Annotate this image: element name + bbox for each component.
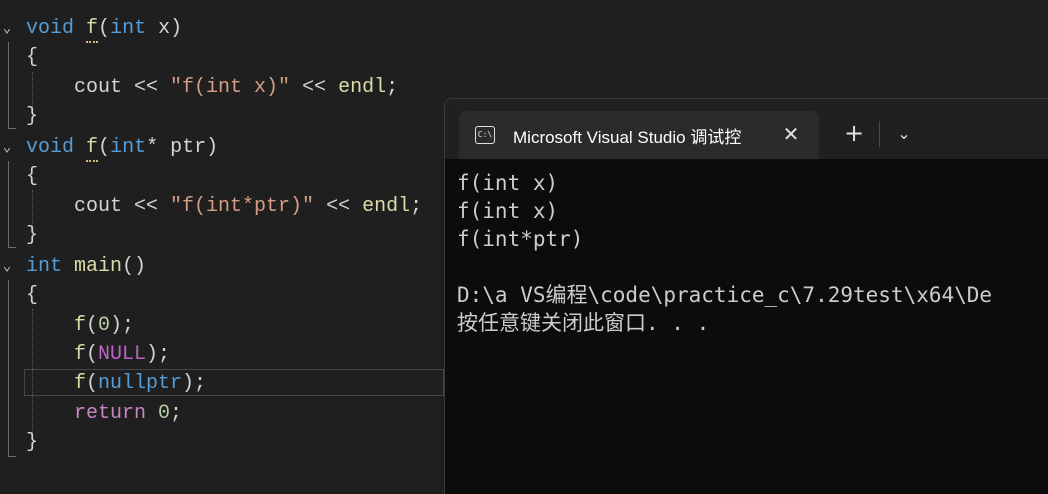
code-line-4[interactable]: } <box>26 102 38 131</box>
scope-end-main <box>8 456 16 457</box>
keyword: void <box>26 17 75 40</box>
info-squiggle <box>86 157 98 162</box>
scope-end-f2 <box>8 247 16 248</box>
keyword: int <box>26 255 63 278</box>
number-literal: 0 <box>98 314 111 337</box>
punctuation: ; <box>410 195 423 218</box>
output-line: D:\a VS编程\code\practice_c\7.29test\x64\D… <box>457 283 993 307</box>
identifier: endl <box>338 76 387 99</box>
output-line: f(int*ptr) <box>457 227 584 251</box>
operator: << <box>314 195 363 218</box>
code-line-8[interactable]: } <box>26 221 38 250</box>
punctuation: ( <box>98 17 111 40</box>
code-line-2[interactable]: { <box>26 43 38 72</box>
string-literal: "f(int x)" <box>170 76 291 99</box>
scope-line-f2 <box>8 161 9 247</box>
function-call: f <box>74 372 87 395</box>
tab-title: Microsoft Visual Studio 调试控 <box>513 128 742 147</box>
function-name: f <box>86 17 99 40</box>
code-line-7[interactable]: cout << "f(int*ptr)" << endl; <box>74 192 422 221</box>
type-keyword: int <box>110 136 147 159</box>
code-line-11[interactable]: f(0); <box>74 311 134 340</box>
punctuation: ( <box>98 136 111 159</box>
chevron-down-icon[interactable]: ⌄ <box>887 117 921 151</box>
identifier: cout <box>74 76 123 99</box>
output-line: f(int x) <box>457 171 559 195</box>
code-line-1[interactable]: void f(int x) <box>26 14 182 43</box>
operator: << <box>290 76 339 99</box>
punctuation: ; <box>386 76 399 99</box>
punctuation: ( <box>86 343 99 366</box>
function-name: f <box>86 136 99 159</box>
punctuation: ); <box>146 343 171 366</box>
info-squiggle <box>86 38 98 43</box>
divider <box>879 121 880 147</box>
function-call: f <box>74 343 87 366</box>
output-line: f(int x) <box>457 199 559 223</box>
code-line-10[interactable]: { <box>26 281 38 310</box>
new-tab-button[interactable]: + <box>837 117 871 151</box>
function-name: main <box>74 255 123 278</box>
terminal-titlebar[interactable]: C:\ Microsoft Visual Studio 调试控 ✕ + ⌄ <box>445 99 1048 159</box>
code-line-15[interactable]: } <box>26 428 38 457</box>
code-line-5[interactable]: void f(int* ptr) <box>26 133 218 162</box>
type-keyword: int <box>110 17 147 40</box>
scope-end-f1 <box>8 128 16 129</box>
operator: << <box>122 76 171 99</box>
terminal-window[interactable]: C:\ Microsoft Visual Studio 调试控 ✕ + ⌄ f(… <box>444 98 1048 494</box>
keyword: return <box>74 402 147 425</box>
punctuation: ) <box>206 136 219 159</box>
keyword: void <box>26 136 75 159</box>
close-icon[interactable]: ✕ <box>777 119 805 149</box>
identifier: endl <box>362 195 411 218</box>
operator: << <box>122 195 171 218</box>
keyword: nullptr <box>98 372 183 395</box>
punctuation: ( <box>86 372 99 395</box>
code-line-9[interactable]: int main() <box>26 252 146 281</box>
chevron-down-icon[interactable]: ⌄ <box>0 252 14 281</box>
function-call: f <box>74 314 87 337</box>
code-line-12[interactable]: f(NULL); <box>74 340 170 369</box>
punctuation: ); <box>182 372 207 395</box>
parameter: x <box>146 17 171 40</box>
punctuation: () <box>122 255 147 278</box>
chevron-down-icon[interactable]: ⌄ <box>0 133 14 162</box>
scope-line-f1 <box>8 42 9 128</box>
code-line-3[interactable]: cout << "f(int x)" << endl; <box>74 73 398 102</box>
terminal-icon: C:\ <box>475 126 495 144</box>
number-literal: 0 <box>146 402 171 425</box>
terminal-output[interactable]: f(int x) f(int x) f(int*ptr) D:\a VS编程\c… <box>457 169 1048 337</box>
code-line-14[interactable]: return 0; <box>74 399 182 428</box>
macro-name: NULL <box>98 343 147 366</box>
chevron-down-icon[interactable]: ⌄ <box>0 14 14 43</box>
parameter: * ptr <box>146 136 207 159</box>
scope-line-main <box>8 280 9 456</box>
punctuation: ) <box>170 17 183 40</box>
punctuation: ( <box>86 314 99 337</box>
code-line-13[interactable]: f(nullptr); <box>74 369 206 398</box>
code-line-6[interactable]: { <box>26 162 38 191</box>
terminal-tab[interactable]: C:\ Microsoft Visual Studio 调试控 ✕ <box>459 111 819 159</box>
string-literal: "f(int*ptr)" <box>170 195 315 218</box>
punctuation: ; <box>170 402 183 425</box>
identifier: cout <box>74 195 123 218</box>
output-line: 按任意键关闭此窗口. . . <box>457 311 710 335</box>
punctuation: ); <box>110 314 135 337</box>
